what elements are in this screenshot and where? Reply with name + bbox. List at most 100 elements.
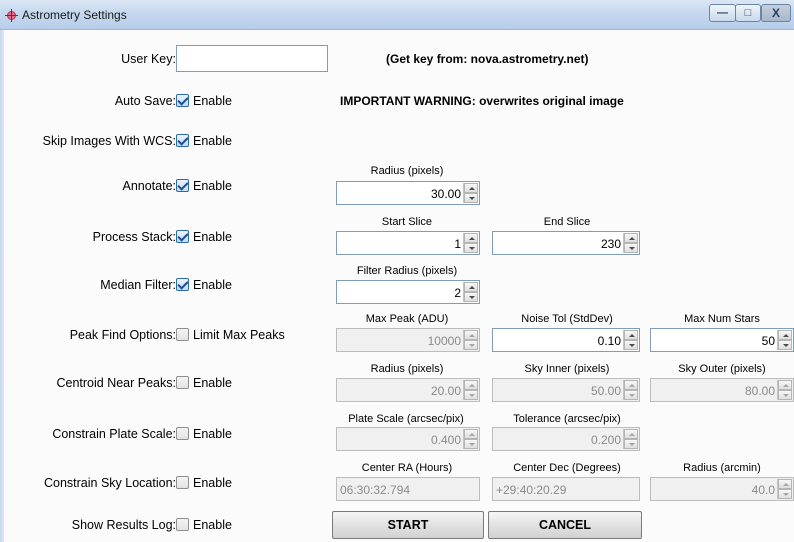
skip-wcs-checkbox[interactable] xyxy=(176,134,189,147)
sky-radius-spinner[interactable]: 40.0 xyxy=(650,477,794,501)
start-button[interactable]: START xyxy=(332,511,484,539)
spin-down-icon[interactable] xyxy=(464,340,478,350)
spin-down-icon[interactable] xyxy=(464,439,478,449)
title-bar[interactable]: Astrometry Settings — □ X xyxy=(0,0,794,30)
results-log-label: Show Results Log: xyxy=(71,518,176,532)
noise-tol-spinner[interactable]: 0.10 xyxy=(492,328,640,352)
annotate-checkbox[interactable] xyxy=(176,179,189,192)
sky-location-label: Constrain Sky Location: xyxy=(43,476,176,490)
filter-radius-value: 2 xyxy=(454,286,461,300)
tolerance-spinner[interactable]: 0.200 xyxy=(492,427,640,451)
spin-up-icon[interactable] xyxy=(778,479,792,489)
centroid-checkbox[interactable] xyxy=(176,376,189,389)
sky-radius-value: 40.0 xyxy=(751,483,775,497)
spin-up-icon[interactable] xyxy=(464,429,478,439)
spin-down-icon[interactable] xyxy=(464,193,478,203)
sky-location-enable-label[interactable]: Enable xyxy=(193,476,232,490)
end-slice-spinner[interactable]: 230 xyxy=(492,231,640,255)
spin-down-icon[interactable] xyxy=(624,390,638,400)
plate-scale-enable-label[interactable]: Enable xyxy=(193,427,232,441)
user-key-label: User Key: xyxy=(121,52,176,66)
center-ra-input[interactable]: 06:30:32.794 xyxy=(336,477,480,501)
user-key-hint: (Get key from: nova.astrometry.net) xyxy=(386,52,589,66)
centroid-enable-label[interactable]: Enable xyxy=(193,376,232,390)
max-peak-value: 10000 xyxy=(427,334,461,348)
minimize-icon: — xyxy=(717,7,728,19)
spin-down-icon[interactable] xyxy=(464,243,478,253)
end-slice-value: 230 xyxy=(600,237,621,251)
spin-up-icon[interactable] xyxy=(464,380,478,390)
annotate-radius-value: 30.00 xyxy=(430,187,461,201)
plate-scale-label: Plate Scale (arcsec/pix) xyxy=(348,413,464,425)
limit-max-peaks-label[interactable]: Limit Max Peaks xyxy=(193,328,285,342)
cancel-button[interactable]: CANCEL xyxy=(488,511,642,539)
max-peak-label: Max Peak (ADU) xyxy=(365,313,449,325)
spin-down-icon[interactable] xyxy=(624,439,638,449)
spin-up-icon[interactable] xyxy=(464,233,478,243)
plate-scale-spinner[interactable]: 0.400 xyxy=(336,427,480,451)
start-slice-spinner[interactable]: 1 xyxy=(336,231,480,255)
spin-up-icon[interactable] xyxy=(624,233,638,243)
spin-down-icon[interactable] xyxy=(778,340,792,350)
noise-tol-label: Noise Tol (StdDev) xyxy=(521,313,613,325)
sky-outer-spinner[interactable]: 80.00 xyxy=(650,378,794,402)
sky-inner-spinner[interactable]: 50.00 xyxy=(492,378,640,402)
centroid-radius-spinner[interactable]: 20.00 xyxy=(336,378,480,402)
overwrite-warning: IMPORTANT WARNING: overwrites original i… xyxy=(340,94,624,108)
sky-radius-label: Radius (arcmin) xyxy=(683,462,761,474)
centroid-label: Centroid Near Peaks: xyxy=(56,376,176,390)
annotate-enable-label[interactable]: Enable xyxy=(193,179,232,193)
spin-up-icon[interactable] xyxy=(778,380,792,390)
auto-save-checkbox[interactable] xyxy=(176,94,189,107)
minimize-button[interactable]: — xyxy=(709,4,736,22)
spin-down-icon[interactable] xyxy=(778,489,792,499)
plate-scale-checkbox[interactable] xyxy=(176,427,189,440)
spin-down-icon[interactable] xyxy=(464,390,478,400)
spin-down-icon[interactable] xyxy=(624,243,638,253)
noise-tol-value: 0.10 xyxy=(597,334,621,348)
spin-up-icon[interactable] xyxy=(624,330,638,340)
filter-radius-spinner[interactable]: 2 xyxy=(336,280,480,304)
settings-panel: User Key: (Get key from: nova.astrometry… xyxy=(4,30,794,542)
limit-max-peaks-checkbox[interactable] xyxy=(176,328,189,341)
center-dec-label: Center Dec (Degrees) xyxy=(513,462,621,474)
annotate-radius-label: Radius (pixels) xyxy=(370,165,444,177)
spin-up-icon[interactable] xyxy=(464,330,478,340)
spin-up-icon[interactable] xyxy=(778,330,792,340)
auto-save-enable-label[interactable]: Enable xyxy=(193,94,232,108)
process-stack-label: Process Stack: xyxy=(92,230,176,244)
results-log-enable-label[interactable]: Enable xyxy=(193,518,232,532)
spin-up-icon[interactable] xyxy=(624,429,638,439)
process-stack-checkbox[interactable] xyxy=(176,230,189,243)
sky-location-checkbox[interactable] xyxy=(176,476,189,489)
center-dec-input[interactable]: +29:40:20.29 xyxy=(492,477,640,501)
spin-up-icon[interactable] xyxy=(624,380,638,390)
skip-wcs-enable-label[interactable]: Enable xyxy=(193,134,232,148)
auto-save-label: Auto Save: xyxy=(114,94,176,108)
max-num-stars-spinner[interactable]: 50 xyxy=(650,328,794,352)
app-crosshair-icon xyxy=(5,9,18,22)
spin-up-icon[interactable] xyxy=(464,183,478,193)
peak-find-label: Peak Find Options: xyxy=(69,328,176,342)
spin-up-icon[interactable] xyxy=(464,282,478,292)
start-slice-label: Start Slice xyxy=(381,216,433,228)
median-filter-checkbox[interactable] xyxy=(176,278,189,291)
annotate-radius-spinner[interactable]: 30.00 xyxy=(336,181,480,205)
skip-wcs-label: Skip Images With WCS: xyxy=(42,134,176,148)
max-num-stars-value: 50 xyxy=(761,334,775,348)
maximize-button[interactable]: □ xyxy=(735,4,761,22)
user-key-input[interactable] xyxy=(176,45,328,72)
process-stack-enable-label[interactable]: Enable xyxy=(193,230,232,244)
close-button[interactable]: X xyxy=(761,4,791,22)
tolerance-label: Tolerance (arcsec/pix) xyxy=(513,413,621,425)
results-log-checkbox[interactable] xyxy=(176,518,189,531)
max-peak-spinner[interactable]: 10000 xyxy=(336,328,480,352)
center-ra-label: Center RA (Hours) xyxy=(361,462,453,474)
spin-down-icon[interactable] xyxy=(624,340,638,350)
median-filter-enable-label[interactable]: Enable xyxy=(193,278,232,292)
sky-outer-value: 80.00 xyxy=(744,384,775,398)
median-filter-label: Median Filter: xyxy=(100,278,176,292)
spin-down-icon[interactable] xyxy=(464,292,478,302)
centroid-radius-label: Radius (pixels) xyxy=(370,363,444,375)
spin-down-icon[interactable] xyxy=(778,390,792,400)
